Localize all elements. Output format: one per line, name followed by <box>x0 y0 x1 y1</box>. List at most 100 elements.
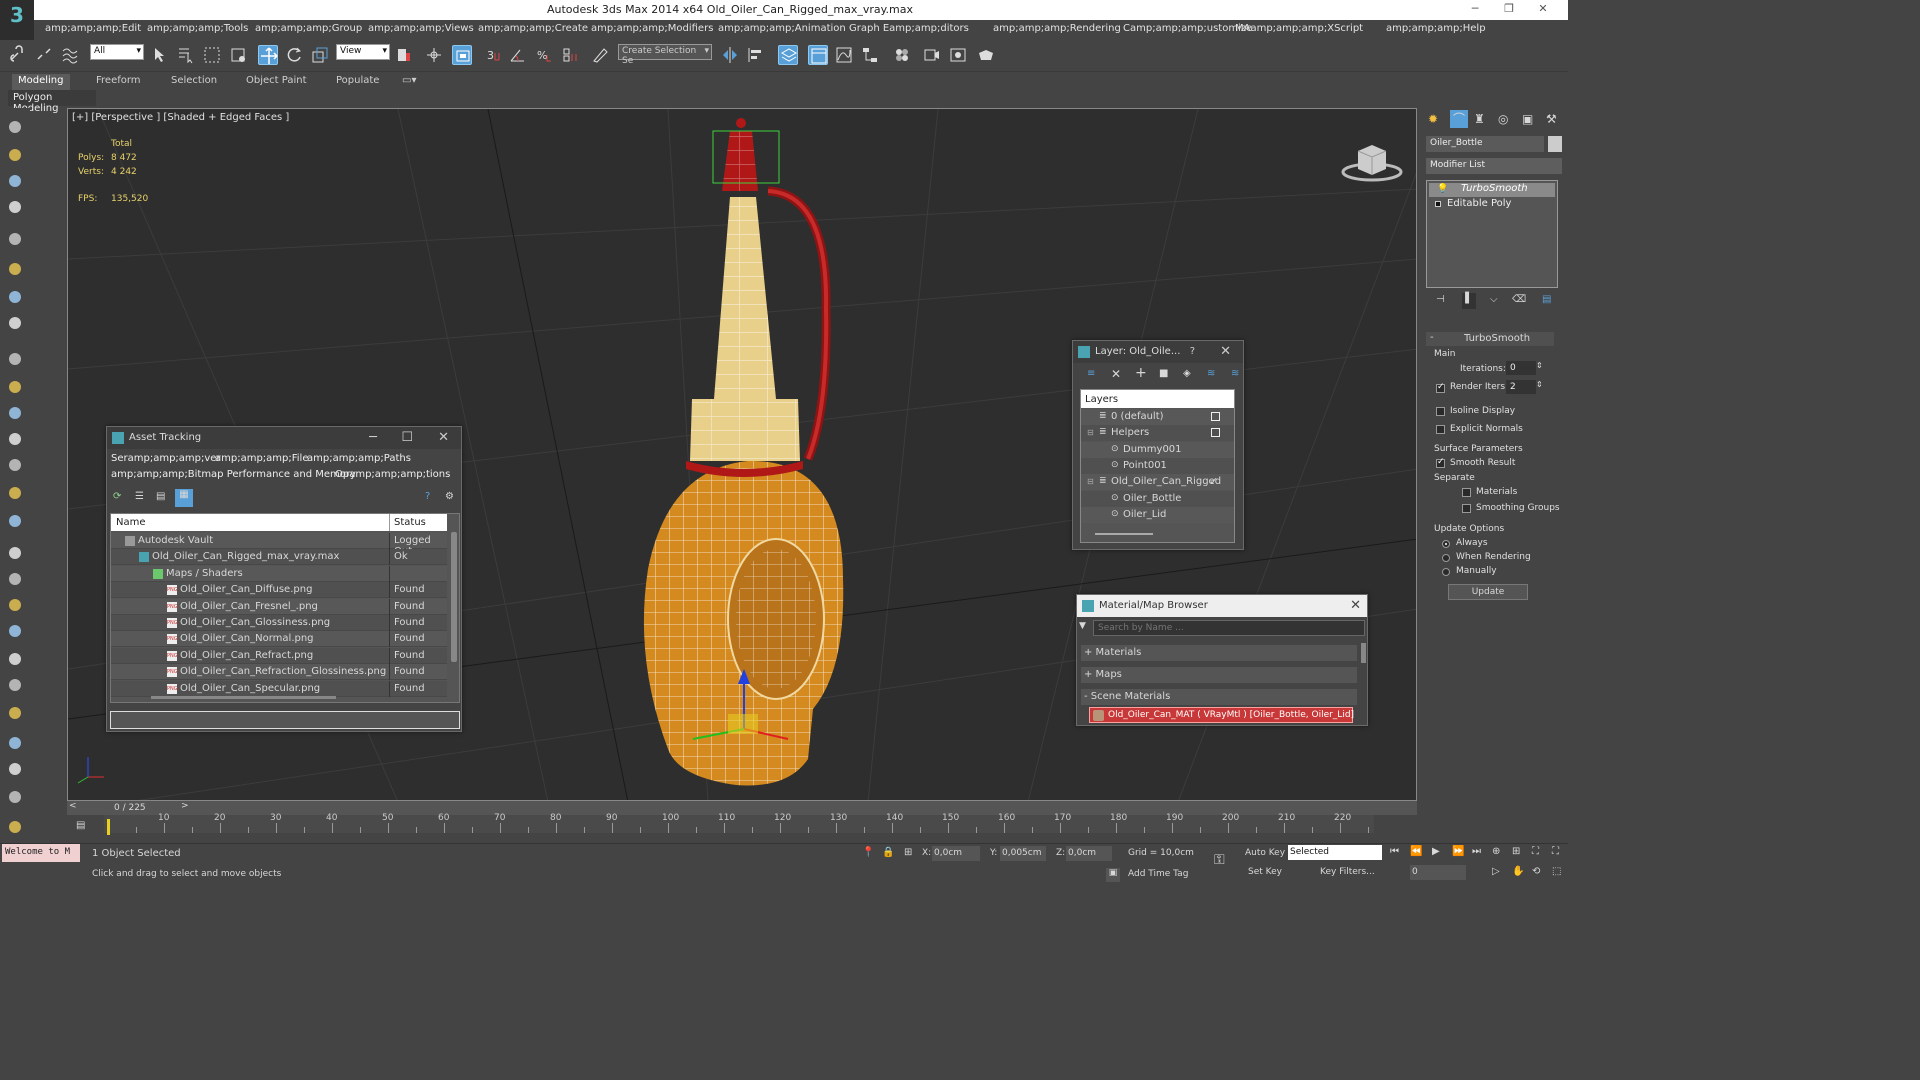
at-menu-server[interactable]: Seramp;amp;amp;ver <box>111 453 221 464</box>
mirror-icon[interactable] <box>720 45 740 65</box>
selection-filter-dropdown[interactable]: All <box>90 44 144 60</box>
prev-key-icon[interactable]: ⏪ <box>1410 846 1422 857</box>
when-rendering-radio[interactable] <box>1442 554 1450 562</box>
materials-section[interactable]: + Materials <box>1081 645 1357 661</box>
delete-layer-icon[interactable]: ✕ <box>1111 367 1121 381</box>
configure-sets-icon[interactable]: ▤ <box>1542 294 1551 305</box>
render-setup-icon[interactable] <box>922 45 942 65</box>
menu-item-5[interactable]: amp;amp;amp;Modifiers <box>591 23 713 34</box>
rotate-icon[interactable] <box>284 45 304 65</box>
field-of-view-icon[interactable]: ▷ <box>1492 866 1500 877</box>
update-button[interactable]: Update <box>1448 584 1528 600</box>
left-tool-box-icon[interactable] <box>6 350 24 368</box>
zoom-all-icon[interactable]: ⊞ <box>1512 846 1520 857</box>
scene-material-item[interactable]: Old_Oiler_Can_MAT ( VRayMtl ) [Oiler_Bot… <box>1089 707 1354 723</box>
left-tool-sun-icon[interactable] <box>6 484 24 502</box>
left-tool-hand-icon[interactable] <box>6 430 24 448</box>
align-icon[interactable] <box>746 45 766 65</box>
material-editor-icon[interactable] <box>892 45 912 65</box>
select-by-name-icon[interactable] <box>176 45 196 65</box>
percent-snap-icon[interactable]: % <box>534 45 554 65</box>
viewport-label[interactable]: [+] [Perspective ] [Shaded + Edged Faces… <box>72 112 289 123</box>
iterations-input[interactable]: 0 <box>1506 361 1536 375</box>
maximize-button[interactable]: ❐ <box>1498 2 1520 18</box>
turbosmooth-rollout-header[interactable]: - TurboSmooth <box>1426 332 1554 346</box>
layer-manager-icon[interactable] <box>778 45 798 65</box>
browser-options-icon[interactable]: ▼ <box>1079 621 1093 635</box>
new-layer-icon[interactable]: + <box>1135 365 1147 381</box>
goto-start-icon[interactable]: ⏮ <box>1390 846 1399 857</box>
left-tool-link-icon[interactable] <box>6 570 24 588</box>
settings-icon[interactable]: ⚙ <box>445 491 454 502</box>
select-manipulate-icon[interactable] <box>424 45 444 65</box>
left-tool-sphere-icon[interactable] <box>6 378 24 396</box>
asset-tracking-titlebar[interactable]: Asset Tracking ─ ☐ ✕ <box>107 427 461 449</box>
smooth-result-checkbox[interactable] <box>1436 457 1445 468</box>
table-row[interactable]: PNG Old_Oiler_Can_Refract.png Found <box>111 647 447 664</box>
current-layer-check-icon[interactable]: ✓ <box>1209 475 1218 488</box>
left-tool-network-icon[interactable] <box>6 596 24 614</box>
manually-radio[interactable] <box>1442 568 1450 576</box>
layer-window-titlebar[interactable]: Layer: Old_Oile... ? ✕ <box>1073 341 1243 363</box>
next-key-icon[interactable]: ⏩ <box>1452 846 1464 857</box>
utilities-tab-icon[interactable]: ⚒ <box>1546 112 1557 126</box>
unlink-icon[interactable] <box>34 45 54 65</box>
left-tool-list-icon[interactable] <box>6 172 24 190</box>
bind-spacewarp-icon[interactable] <box>60 45 80 65</box>
pan-icon[interactable]: ✋ <box>1512 866 1524 877</box>
ribbon-options-icon[interactable]: ▭▾ <box>396 74 422 90</box>
table-row[interactable]: Maps / Shaders <box>111 565 447 582</box>
left-tool-skull-icon[interactable] <box>6 704 24 722</box>
layer-row[interactable]: ⊙ Oiler_Bottle <box>1081 490 1234 507</box>
motion-tab-icon[interactable]: ◎ <box>1498 112 1508 126</box>
explicit-normals-checkbox[interactable] <box>1436 425 1445 434</box>
zoom-extents-all-icon[interactable]: ⛶ <box>1552 846 1559 857</box>
table-row[interactable]: PNG Old_Oiler_Can_Normal.png Found <box>111 631 447 648</box>
mini-curve-editor-icon[interactable]: ▤ <box>76 820 90 834</box>
left-tool-wave-icon[interactable] <box>6 544 24 562</box>
material-browser-titlebar[interactable]: Material/Map Browser ✕ <box>1077 595 1367 617</box>
left-tool-leaf-icon[interactable] <box>6 650 24 668</box>
snaps-toggle-icon[interactable]: 3 <box>484 45 504 65</box>
render-iters-spinner[interactable]: ⇕ <box>1536 380 1543 389</box>
prev-frame-icon[interactable]: < <box>69 801 77 811</box>
layer-row[interactable]: ⊙ Point001 <box>1081 457 1234 474</box>
link-icon[interactable] <box>8 45 28 65</box>
key-filters-button[interactable]: Key Filters... <box>1320 867 1375 877</box>
select-object-icon[interactable] <box>150 45 170 65</box>
key-icon[interactable]: ⚿ <box>1214 852 1225 868</box>
menu-item-8[interactable]: amp;amp;amp;Rendering <box>993 23 1121 34</box>
window-crossing-icon[interactable] <box>228 45 248 65</box>
scale-icon[interactable] <box>310 45 330 65</box>
at-menu-paths[interactable]: amp;amp;amp;Paths <box>307 453 411 464</box>
object-name-field[interactable]: Oiler_Bottle <box>1426 136 1544 152</box>
angle-snap-icon[interactable] <box>508 45 528 65</box>
display-tab-icon[interactable]: ▣ <box>1522 112 1533 126</box>
auto-key-button[interactable]: Auto Key <box>1244 848 1286 858</box>
left-tool-rotate-cam-icon[interactable] <box>6 288 24 306</box>
create-tab-icon[interactable]: ✹ <box>1428 112 1438 126</box>
curve-editor-icon[interactable] <box>834 45 854 65</box>
highlight-layer-icon[interactable]: ≋ <box>1207 368 1215 379</box>
minimize-icon[interactable]: ─ <box>369 427 377 449</box>
always-radio[interactable] <box>1442 540 1450 548</box>
at-menu-bitmap[interactable]: amp;amp;amp;Bitmap Performance and Memor… <box>111 469 356 480</box>
modify-tab-icon[interactable]: ⌒ <box>1450 110 1468 128</box>
y-coordinate-field[interactable]: 0,005cm <box>1000 846 1046 861</box>
left-tool-cone-icon[interactable] <box>6 456 24 474</box>
menu-item-3[interactable]: amp;amp;amp;Views <box>368 23 474 34</box>
next-frame-icon[interactable]: > <box>181 801 189 811</box>
close-button[interactable]: ✕ <box>1532 2 1554 18</box>
table-view-icon[interactable]: ▦ <box>175 489 193 507</box>
menu-item-11[interactable]: amp;amp;amp;Help <box>1386 23 1486 34</box>
render-iters-checkbox[interactable] <box>1436 382 1445 393</box>
left-tool-grid-icon[interactable] <box>6 198 24 216</box>
layer-settings-icon[interactable]: ≡ <box>1087 368 1095 379</box>
smoothing-groups-checkbox[interactable] <box>1462 504 1471 513</box>
time-tag-icon[interactable]: ▣ <box>1106 868 1120 882</box>
table-row[interactable]: PNG Old_Oiler_Can_Specular.png Found <box>111 680 447 697</box>
asset-path-field[interactable] <box>110 711 460 729</box>
left-tool-orb-icon[interactable] <box>6 512 24 530</box>
tab-populate[interactable]: Populate <box>330 74 385 90</box>
stack-item-editable-poly[interactable]: Editable Poly <box>1429 198 1555 212</box>
